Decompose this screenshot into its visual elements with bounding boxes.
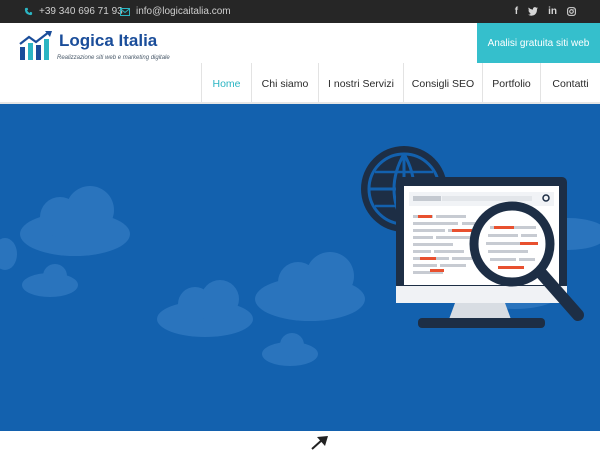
social-links: f in xyxy=(515,0,576,23)
content-section-start xyxy=(0,431,600,450)
hero-banner xyxy=(0,104,600,431)
site-logo[interactable]: Logica Italia Realizzazione siti web e m… xyxy=(19,29,170,67)
phone-icon xyxy=(24,7,33,16)
nav-item-contatti[interactable]: Contatti xyxy=(540,63,600,104)
nav-item-consigli-seo[interactable]: Consigli SEO xyxy=(403,63,482,104)
nav-item-servizi[interactable]: I nostri Servizi xyxy=(318,63,403,104)
brand-tagline: Realizzazione siti web e marketing digit… xyxy=(57,55,170,61)
brand-name: Logica Italia xyxy=(59,31,158,50)
email-contact[interactable]: info@logicaitalia.com xyxy=(120,0,231,23)
phone-number: +39 340 696 71 93 xyxy=(39,6,123,17)
email-address: info@logicaitalia.com xyxy=(136,6,231,17)
instagram-icon[interactable] xyxy=(567,7,576,16)
linkedin-icon[interactable]: in xyxy=(548,6,557,17)
facebook-icon[interactable]: f xyxy=(515,6,518,17)
twitter-icon[interactable] xyxy=(528,7,539,16)
site-header: Logica Italia Realizzazione siti web e m… xyxy=(0,23,600,104)
free-analysis-button[interactable]: Analisi gratuita siti web xyxy=(477,23,600,63)
hero-illustration xyxy=(0,146,600,366)
nav-item-home[interactable]: Home xyxy=(201,63,251,104)
nav-item-portfolio[interactable]: Portfolio xyxy=(482,63,540,104)
envelope-icon xyxy=(120,7,130,16)
main-navigation: Home Chi siamo I nostri Servizi Consigli… xyxy=(0,63,600,104)
top-contact-bar: +39 340 696 71 93 info@logicaitalia.com … xyxy=(0,0,600,23)
nav-item-chi-siamo[interactable]: Chi siamo xyxy=(251,63,318,104)
logo-chart-icon xyxy=(19,31,52,60)
phone-contact[interactable]: +39 340 696 71 93 xyxy=(24,0,123,23)
arrow-icon xyxy=(311,436,328,450)
